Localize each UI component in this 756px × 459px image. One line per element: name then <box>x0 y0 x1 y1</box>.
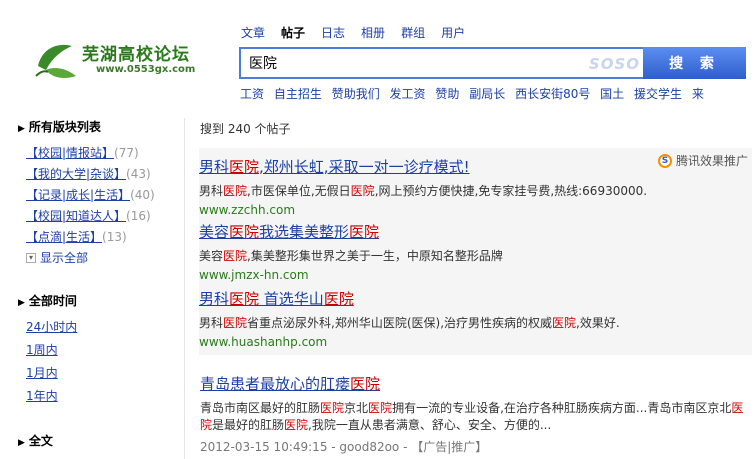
sidebar-divider <box>184 118 185 459</box>
ad-description: 美容医院,集美整形集世界之美于一生，中原知名整形品牌 <box>199 249 503 263</box>
hotword-link[interactable]: 发工资 <box>390 87 426 101</box>
site-logo[interactable]: 芜湖高校论坛 www.0553gx.com <box>32 36 202 82</box>
board-link[interactable]: 【我的大学|杂谈】 <box>26 167 126 181</box>
ad-item: 男科医院,郑州长虹,采取一对一诊疗模式! 男科医院,市医保单位,无假日医院,网上… <box>199 156 647 217</box>
ad-title-link[interactable]: 男科医院 首选华山医院 <box>199 288 620 309</box>
board-item: 【校园|情报站】(77) <box>26 144 178 165</box>
time-item: 1月内 <box>26 364 178 387</box>
result-meta: 2012-03-15 10:49:15 - good82oo - 【广告|推广】 <box>200 440 488 454</box>
time-filter-heading[interactable]: ▶ 全部时间 <box>18 292 178 309</box>
result-title-link[interactable]: 青岛患者最放心的肛瘘医院 <box>200 373 748 394</box>
hotword-link[interactable]: 西长安街80号 <box>515 87 590 101</box>
board-link[interactable]: 【记录|成长|生活】 <box>26 188 130 202</box>
site-url: www.0553gx.com <box>96 64 196 75</box>
board-count: (43) <box>126 167 151 181</box>
search-box: SOSO <box>239 47 644 79</box>
time-filter-year[interactable]: 1年内 <box>26 389 58 403</box>
ad-title-link[interactable]: 男科医院,郑州长虹,采取一对一诊疗模式! <box>199 156 647 177</box>
time-filter-week[interactable]: 1周内 <box>26 343 58 357</box>
hotword-link[interactable]: 国土 <box>600 87 624 101</box>
tab-posts[interactable]: 帖子 <box>281 24 305 41</box>
arrow-right-icon: ▶ <box>18 298 25 308</box>
time-item: 1周内 <box>26 341 178 364</box>
tab-users[interactable]: 用户 <box>441 24 465 41</box>
board-item: 【点滴|生活】(13) <box>26 228 178 249</box>
fulltext-heading[interactable]: ▶ 全文 <box>18 432 178 449</box>
ad-item: 男科医院 首选华山医院 男科医院省重点泌尿外科,郑州华山医院(医保),治疗男性疾… <box>199 288 620 349</box>
arrow-right-icon: ▶ <box>18 124 25 134</box>
board-count: (16) <box>126 209 151 223</box>
search-type-tabs: 文章 帖子 日志 相册 群组 用户 <box>241 24 465 41</box>
tab-logs[interactable]: 日志 <box>321 24 345 41</box>
leaf-logo-icon <box>35 44 76 78</box>
expand-icon: ▾ <box>26 252 36 263</box>
board-count: (77) <box>114 146 139 160</box>
ad-title-link[interactable]: 美容医院我选集美整形医院 <box>199 221 503 242</box>
hotword-link[interactable]: 副局长 <box>469 87 505 101</box>
ad-panel: S 腾讯效果推广 男科医院,郑州长虹,采取一对一诊疗模式! 男科医院,市医保单位… <box>199 148 752 355</box>
hotword-link[interactable]: 援交学生 <box>634 87 682 101</box>
hotword-link[interactable]: 来 <box>692 87 704 101</box>
board-link[interactable]: 【点滴|生活】 <box>26 230 102 244</box>
board-item: 【校园|知道达人】(16) <box>26 207 178 228</box>
ad-description: 男科医院省重点泌尿外科,郑州华山医院(医保),治疗男性疾病的权威医院,效果好. <box>199 316 620 330</box>
time-item: 1年内 <box>26 387 178 410</box>
board-link[interactable]: 【校园|情报站】 <box>26 146 114 160</box>
site-title: 芜湖高校论坛 <box>82 45 190 65</box>
ad-badge[interactable]: S 腾讯效果推广 <box>657 152 748 169</box>
hotword-link[interactable]: 赞助 <box>435 87 459 101</box>
board-item: 【我的大学|杂谈】(43) <box>26 165 178 186</box>
result-count: 搜到 240 个帖子 <box>200 122 291 136</box>
tab-groups[interactable]: 群组 <box>401 24 425 41</box>
hotword-link[interactable]: 赞助我们 <box>332 87 380 101</box>
time-item: 24小时内 <box>26 318 178 341</box>
soso-brand-logo: SOSO <box>588 55 640 73</box>
ad-url[interactable]: www.huashanhp.com <box>199 335 620 349</box>
result-snippet: 青岛市南区最好的肛肠医院京北医院拥有一流的专业设备,在治疗各种肛肠疾病方面...… <box>200 401 744 432</box>
ad-url[interactable]: www.jmzx-hn.com <box>199 268 503 282</box>
hotword-link[interactable]: 工资 <box>240 87 264 101</box>
tab-albums[interactable]: 相册 <box>361 24 385 41</box>
search-input[interactable] <box>241 49 581 77</box>
time-filter-month[interactable]: 1月内 <box>26 366 58 380</box>
show-all-boards[interactable]: ▾ 显示全部 <box>26 249 178 266</box>
tab-articles[interactable]: 文章 <box>241 24 265 41</box>
board-list-heading[interactable]: ▶ 所有版块列表 <box>18 118 178 135</box>
search-button[interactable]: 搜 索 <box>643 47 746 79</box>
hotword-link[interactable]: 自主招生 <box>274 87 322 101</box>
board-count: (13) <box>102 230 127 244</box>
search-result: 青岛患者最放心的肛瘘医院 青岛市南区最好的肛肠医院京北医院拥有一流的专业设备,在… <box>200 373 748 455</box>
filter-sidebar: ▶ 所有版块列表 【校园|情报站】(77) 【我的大学|杂谈】(43) 【记录|成… <box>18 118 178 458</box>
hot-keywords: 工资 自主招生 赞助我们 发工资 赞助 副局长 西长安街80号 国土 援交学生 … <box>240 85 710 102</box>
ad-item: 美容医院我选集美整形医院 美容医院,集美整形集世界之美于一生，中原知名整形品牌 … <box>199 221 503 282</box>
board-count: (40) <box>130 188 155 202</box>
ad-url[interactable]: www.zzchh.com <box>199 203 647 217</box>
arrow-right-icon: ▶ <box>18 438 25 448</box>
soso-s-icon: S <box>657 153 672 168</box>
ad-description: 男科医院,市医保单位,无假日医院,网上预约方便快捷,免专家挂号费,热线:6693… <box>199 184 648 198</box>
board-link[interactable]: 【校园|知道达人】 <box>26 209 126 223</box>
board-item: 【记录|成长|生活】(40) <box>26 186 178 207</box>
time-filter-24h[interactable]: 24小时内 <box>26 320 77 334</box>
